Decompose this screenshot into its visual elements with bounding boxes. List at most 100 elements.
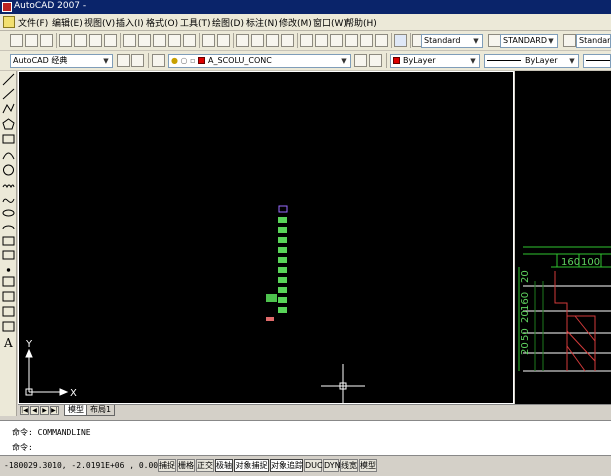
publish-icon[interactable] [89, 34, 102, 47]
polar-toggle[interactable]: 极轴 [215, 459, 233, 472]
menu-insert[interactable]: 插入(I) [116, 16, 144, 29]
otrack-toggle[interactable]: 对象追踪 [270, 459, 303, 472]
make-block-icon [2, 250, 15, 260]
layer-previous-icon[interactable] [369, 54, 382, 67]
cut-icon[interactable] [123, 34, 136, 47]
color-combo[interactable]: ByLayer ▼ [390, 54, 480, 68]
make-object-layer-current-icon[interactable] [354, 54, 367, 67]
draw-toolbar: A [0, 71, 17, 416]
menu-window[interactable]: 窗口(W) [313, 16, 347, 29]
workspace-combo[interactable]: AutoCAD 经典 ▼ [10, 54, 113, 68]
redo-icon[interactable] [217, 34, 230, 47]
grid-toggle[interactable]: 栅格 [177, 459, 195, 472]
standard-toolbar: Standard▼ STANDARD▼ Standard [0, 31, 611, 51]
layer-manager-icon[interactable] [152, 54, 165, 67]
undo-icon[interactable] [202, 34, 215, 47]
polygon-icon [2, 118, 15, 130]
paste-icon[interactable] [153, 34, 166, 47]
menu-draw[interactable]: 绘图(D) [212, 16, 244, 29]
menu-view[interactable]: 视图(V) [84, 16, 115, 29]
copy-icon[interactable] [138, 34, 151, 47]
dyn-toggle[interactable]: DYN [323, 459, 341, 472]
menu-file[interactable]: 文件(F) [18, 16, 48, 29]
my-workspace-icon[interactable] [131, 54, 144, 67]
pan-icon[interactable] [236, 34, 249, 47]
zoom-realtime-icon[interactable] [251, 34, 264, 47]
layer-color-swatch [198, 57, 206, 64]
detail-viewport[interactable]: 160 100 20 160 20 50 20 [515, 71, 611, 404]
lock-icon: ▫ [190, 56, 196, 65]
table-style-combo[interactable]: Standard [576, 34, 611, 48]
qnew-icon[interactable] [10, 34, 23, 47]
next-tab-icon[interactable]: ▶ [40, 406, 49, 415]
zoom-previous-icon[interactable] [281, 34, 294, 47]
ellipse-icon [2, 209, 15, 217]
open-icon[interactable] [25, 34, 38, 47]
command-window[interactable]: 命令: COMMANDLINE 命令: [0, 420, 611, 456]
lineweight-toggle[interactable]: 线宽 [340, 459, 358, 472]
layers-toolbar: AutoCAD 经典 ▼ ● ○ ▫ A_SCOLU_CONC ▼ ByLayer… [0, 51, 611, 71]
ucs-icon [25, 348, 69, 396]
layout-tabs-bar: |◀ ◀ ▶ ▶| 模型 布局1 [18, 404, 611, 416]
table-style-icon[interactable] [563, 34, 576, 47]
calculator-icon[interactable] [375, 34, 388, 47]
dim-160: 160 [561, 257, 580, 268]
ducs-toggle[interactable]: DUCS [304, 459, 328, 472]
block-editor-icon[interactable] [183, 34, 196, 47]
circle-icon [3, 164, 14, 176]
match-properties-icon[interactable] [168, 34, 181, 47]
lineweight-preview [586, 60, 610, 61]
hatch-icon [2, 276, 15, 287]
drawing-area[interactable]: Y X [18, 71, 514, 405]
zoom-window-icon[interactable] [266, 34, 279, 47]
dim-style-combo[interactable]: STANDARD ▼ [500, 34, 558, 48]
menu-help[interactable]: 帮助(H) [345, 16, 377, 29]
ellipse-arc-icon [2, 225, 15, 230]
linetype-combo[interactable]: ByLayer ▼ [484, 54, 579, 68]
chevron-down-icon: ▼ [569, 57, 575, 65]
tool-palettes-icon[interactable] [330, 34, 343, 47]
help-icon[interactable] [394, 34, 407, 47]
dim-160b: 160 [520, 292, 531, 311]
tab-model[interactable]: 模型 [64, 405, 88, 416]
table-icon [2, 321, 15, 332]
print-icon[interactable] [59, 34, 72, 47]
menu-dimension[interactable]: 标注(N) [246, 16, 278, 29]
prev-tab-icon[interactable]: ◀ [30, 406, 39, 415]
autocad-app-icon[interactable] [2, 2, 12, 12]
chevron-down-icon: ▼ [548, 37, 554, 45]
dim-50: 50 [520, 328, 531, 341]
3d-dwf-icon[interactable] [104, 34, 117, 47]
ortho-toggle[interactable]: 正交 [196, 459, 214, 472]
menu-edit[interactable]: 编辑(E) [52, 16, 83, 29]
draw-toolbar-icons: A [2, 73, 15, 350]
sheet-set-icon[interactable] [345, 34, 358, 47]
point-icon [6, 268, 11, 272]
print-preview-icon[interactable] [74, 34, 87, 47]
save-icon[interactable] [40, 34, 53, 47]
osnap-toggle[interactable]: 对象捕捉 [234, 459, 269, 472]
menu-tools[interactable]: 工具(T) [180, 16, 211, 29]
lineweight-combo[interactable] [583, 54, 611, 68]
chevron-down-icon: ▼ [341, 57, 347, 65]
layer-combo[interactable]: ● ○ ▫ A_SCOLU_CONC ▼ [168, 54, 351, 68]
command-history-line: 命令: COMMANDLINE [12, 428, 91, 437]
gradient-icon [2, 291, 15, 302]
spline-icon [2, 198, 15, 203]
design-center-icon[interactable] [315, 34, 328, 47]
menu-modify[interactable]: 修改(M) [279, 16, 312, 29]
snap-toggle[interactable]: 捕捉 [158, 459, 176, 472]
properties-icon[interactable] [300, 34, 313, 47]
tab-layout1[interactable]: 布局1 [86, 405, 116, 416]
dim-100: 100 [581, 257, 600, 268]
markup-icon[interactable] [360, 34, 373, 47]
document-icon[interactable] [3, 16, 15, 28]
menu-format[interactable]: 格式(O) [146, 16, 178, 29]
model-space-toggle[interactable]: 模型 [359, 459, 377, 472]
workspace-settings-icon[interactable] [117, 54, 130, 67]
first-tab-icon[interactable]: |◀ [20, 406, 29, 415]
column-elements [266, 217, 287, 321]
last-tab-icon[interactable]: ▶| [50, 406, 59, 415]
text-style-combo[interactable]: Standard ▼ [421, 34, 483, 48]
crosshair-cursor [321, 364, 365, 405]
